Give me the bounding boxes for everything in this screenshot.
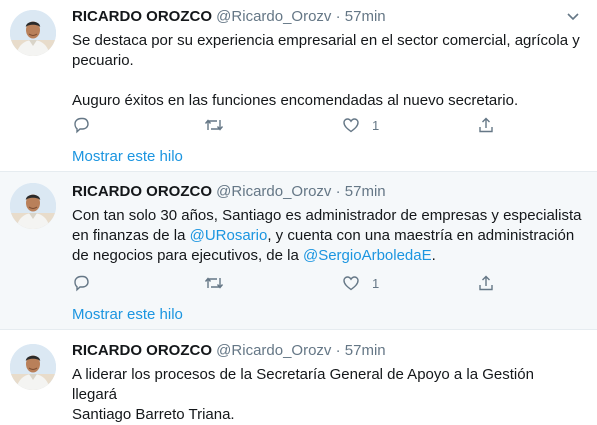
reply-icon (74, 117, 89, 134)
tweet-1[interactable]: RICARDO OROZCO @Ricardo_Orozv · 57min Se… (0, 0, 597, 172)
tweet-text: A liderar los procesos de la Secretaría … (72, 365, 582, 425)
retweet-icon (204, 119, 224, 131)
separator: · (335, 183, 341, 200)
text-segment: . (431, 247, 436, 264)
tweet-header: RICARDO OROZCO @Ricardo_Orozv · 57min (72, 342, 386, 359)
display-name[interactable]: RICARDO OROZCO (72, 342, 212, 359)
avatar[interactable] (10, 344, 56, 390)
display-name[interactable]: RICARDO OROZCO (72, 8, 212, 25)
text-line: Santiago Barreto Triana. (72, 406, 235, 423)
share-button[interactable] (477, 115, 495, 135)
avatar[interactable] (10, 10, 56, 56)
tweet-2[interactable]: RICARDO OROZCO @Ricardo_Orozv · 57min Co… (0, 172, 597, 330)
show-thread-link[interactable]: Mostrar este hilo (72, 148, 183, 165)
heart-icon (343, 118, 359, 133)
text-line: de negocios para ejecutivos, de la @Serg… (72, 246, 582, 266)
handle[interactable]: @Ricardo_Orozv (216, 8, 331, 25)
tweet-actions: 1 (72, 273, 512, 293)
tweet-text: Se destaca por su experiencia empresaria… (72, 31, 582, 111)
timestamp[interactable]: 57min (345, 8, 386, 25)
handle[interactable]: @Ricardo_Orozv (216, 342, 331, 359)
reply-button[interactable] (72, 273, 90, 293)
separator: · (335, 342, 341, 359)
share-icon (479, 275, 493, 291)
reply-button[interactable] (72, 115, 90, 135)
tweet-actions: 1 (72, 115, 512, 135)
text-line: pecuario. (72, 52, 134, 69)
tweet-header: RICARDO OROZCO @Ricardo_Orozv · 57min (72, 183, 386, 200)
text-line: A liderar los procesos de la Secretaría … (72, 366, 534, 403)
separator: · (335, 8, 341, 25)
handle[interactable]: @Ricardo_Orozv (216, 183, 331, 200)
text-line: Con tan solo 30 años, Santiago es admini… (72, 207, 582, 224)
share-button[interactable] (477, 273, 495, 293)
heart-icon (343, 276, 359, 291)
chevron-down-icon[interactable] (566, 9, 580, 28)
retweet-button[interactable] (204, 273, 224, 293)
mention-link[interactable]: @SergioArboledaE (303, 247, 432, 264)
text-line: Se destaca por su experiencia empresaria… (72, 32, 580, 49)
share-icon (479, 117, 493, 133)
tweet-text: Con tan solo 30 años, Santiago es admini… (72, 206, 582, 266)
retweet-button[interactable] (204, 115, 224, 135)
text-segment: en finanzas de la (72, 227, 190, 244)
like-button[interactable]: 1 (342, 115, 379, 135)
mention-link[interactable]: @URosario (190, 227, 268, 244)
display-name[interactable]: RICARDO OROZCO (72, 183, 212, 200)
timestamp[interactable]: 57min (345, 183, 386, 200)
avatar[interactable] (10, 183, 56, 229)
text-segment: , y cuenta con una maestría en administr… (267, 227, 575, 244)
timestamp[interactable]: 57min (345, 342, 386, 359)
retweet-icon (204, 277, 224, 289)
text-segment: de negocios para ejecutivos, de la (72, 247, 303, 264)
like-count: 1 (372, 117, 380, 133)
like-count: 1 (372, 275, 380, 291)
like-button[interactable]: 1 (342, 273, 379, 293)
tweet-3[interactable]: RICARDO OROZCO @Ricardo_Orozv · 57min A … (0, 330, 597, 423)
show-thread-link[interactable]: Mostrar este hilo (72, 306, 183, 323)
text-line: en finanzas de la @URosario, y cuenta co… (72, 226, 582, 246)
tweet-header: RICARDO OROZCO @Ricardo_Orozv · 57min (72, 8, 386, 25)
reply-icon (74, 275, 89, 292)
text-line: Auguro éxitos en las funciones encomenda… (72, 92, 519, 109)
